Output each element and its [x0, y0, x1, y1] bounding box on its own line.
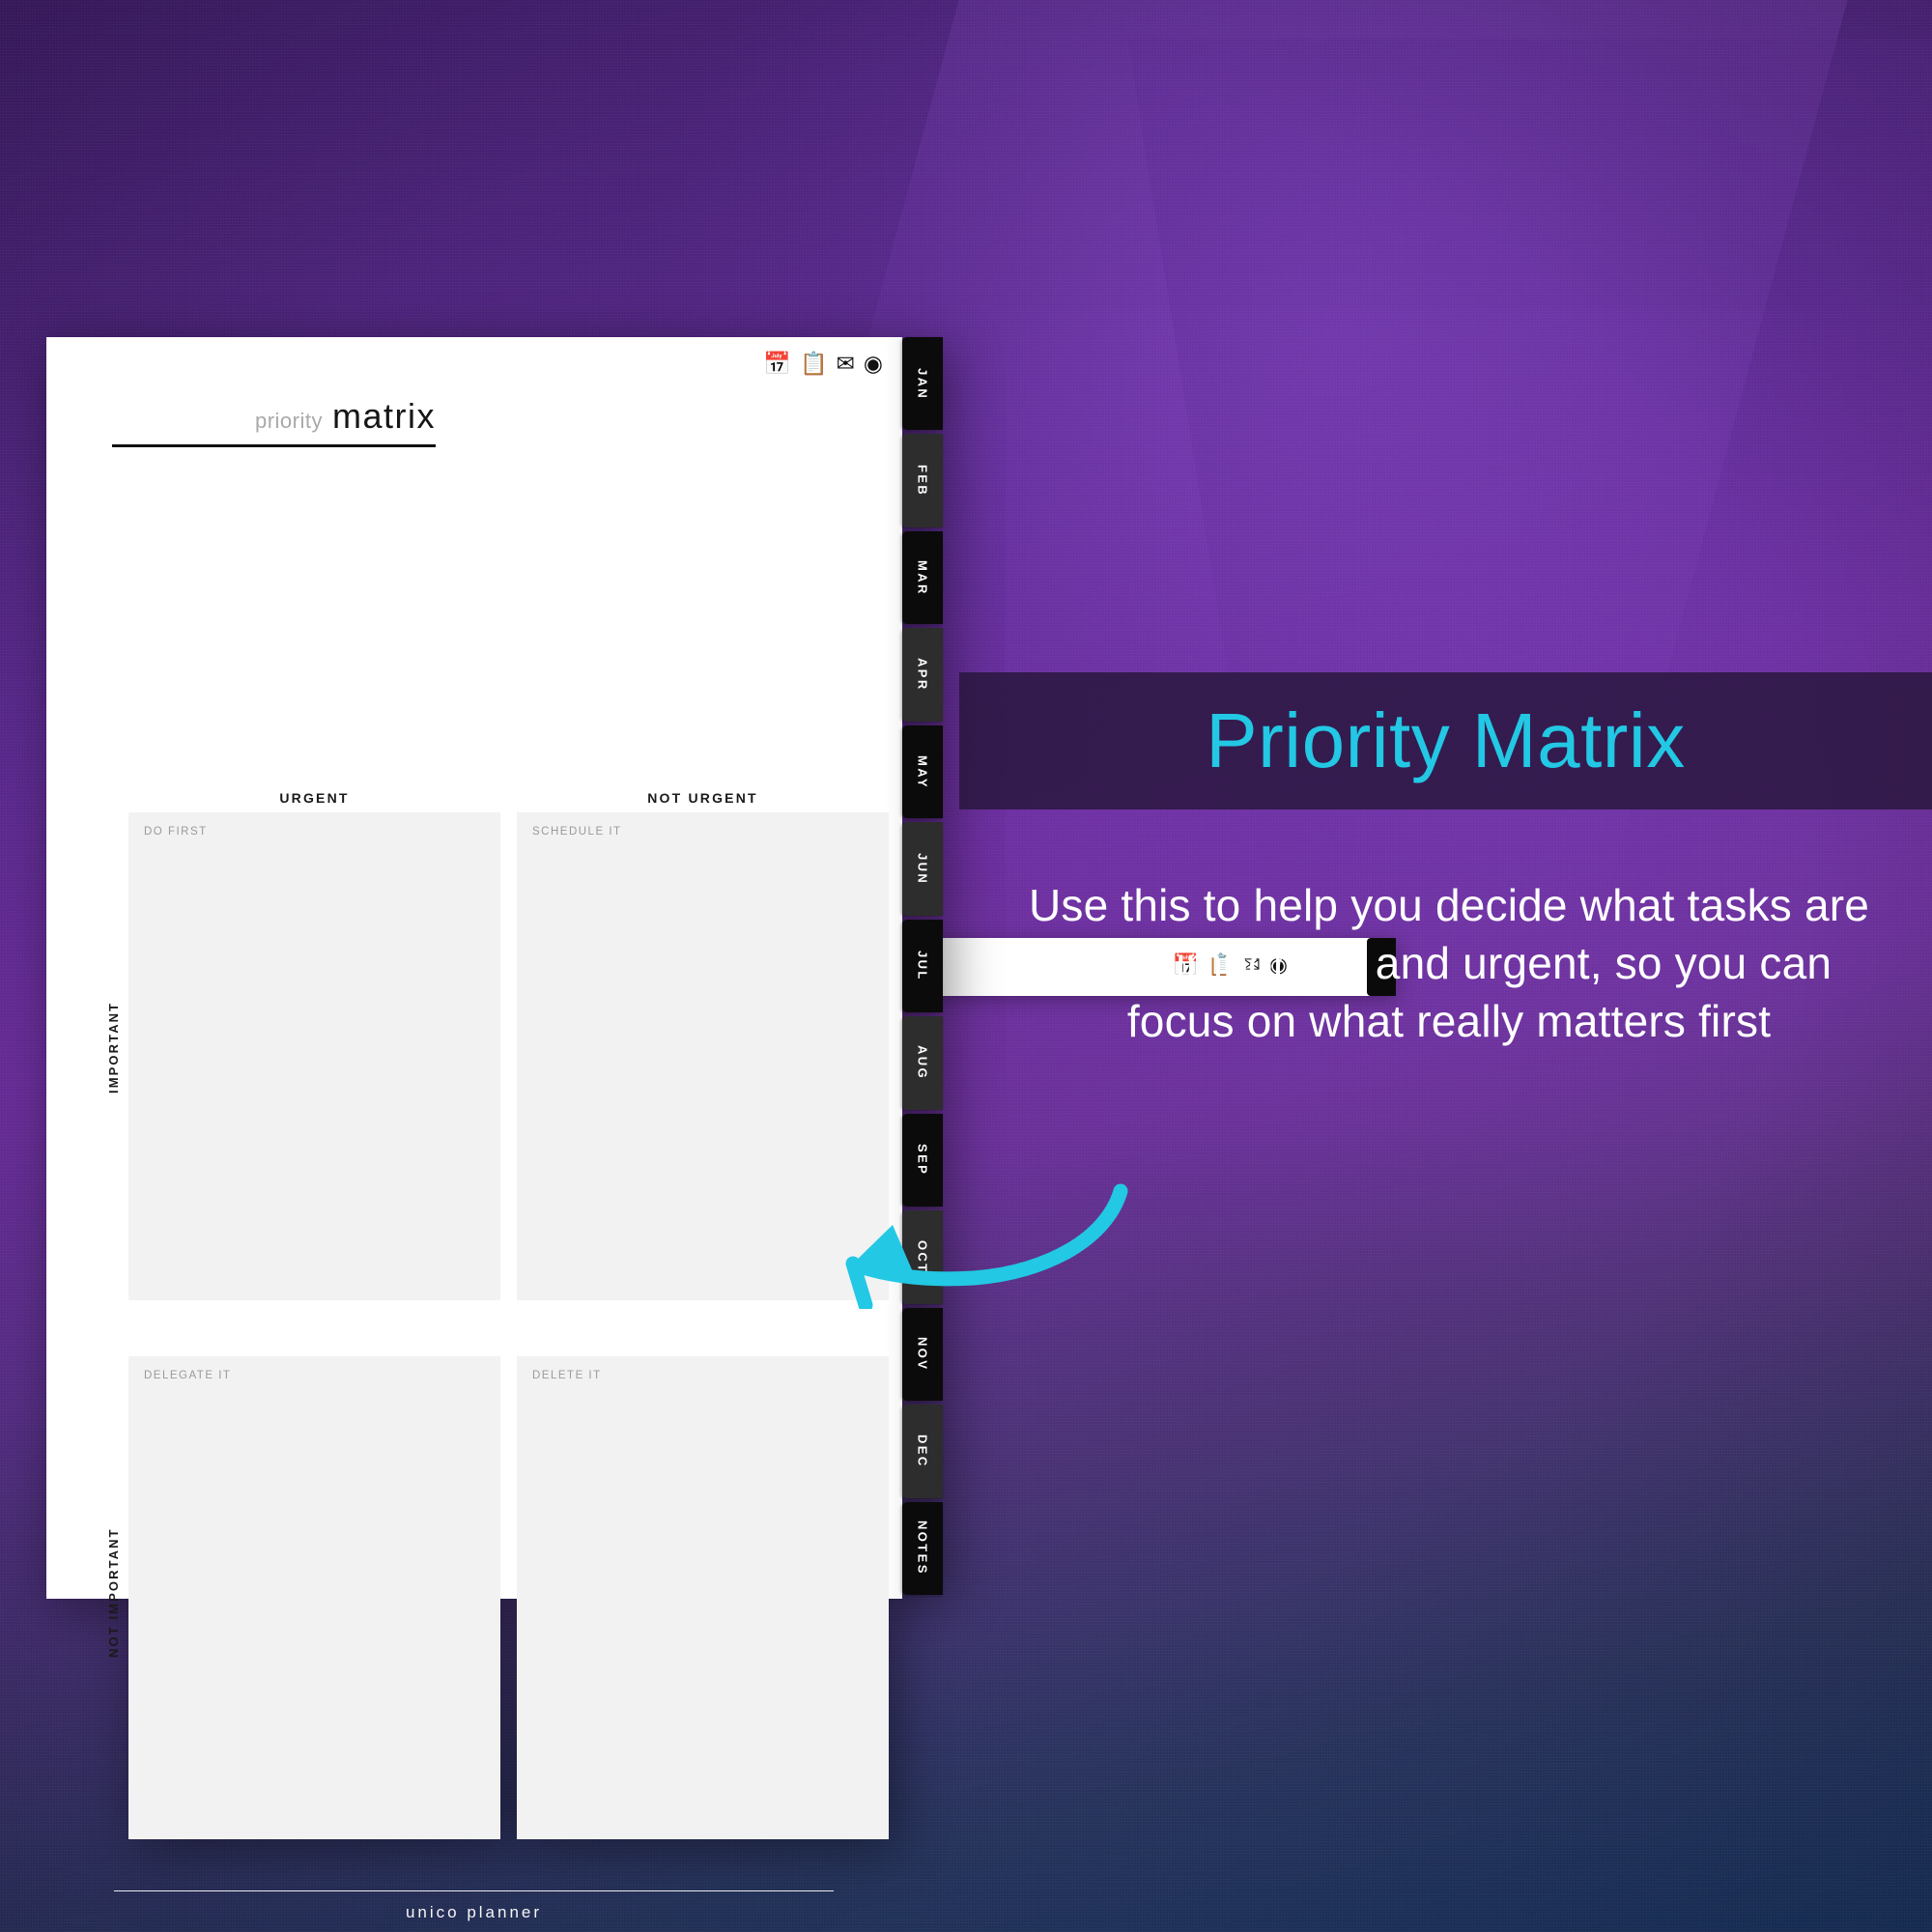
brand-wordmark: unico planner: [405, 1903, 543, 1921]
quadrant-do-first[interactable]: DO FIRST: [128, 812, 500, 1300]
title-underline: [112, 444, 436, 447]
month-tab-dec[interactable]: DEC: [902, 1405, 943, 1498]
page-title: priority matrix: [112, 396, 436, 437]
month-tab-oct[interactable]: OCT: [902, 1210, 943, 1304]
footer-divider: [114, 1890, 834, 1891]
month-tab-label: NOTES: [915, 1520, 930, 1577]
month-tab-aug[interactable]: AUG: [902, 1016, 943, 1110]
quadrant-label: DELEGATE IT: [144, 1370, 232, 1381]
envelope-icon[interactable]: ✉: [837, 353, 855, 375]
month-tab-label: FEB: [915, 465, 930, 497]
page-title-block: priority matrix: [112, 396, 436, 447]
calendar-icon[interactable]: 📅: [763, 353, 791, 375]
planner-icon-row: 📅 📋 ✉ ◉: [763, 353, 883, 375]
quadrant-label: SCHEDULE IT: [532, 826, 622, 838]
month-tab-sep[interactable]: SEP: [902, 1113, 943, 1208]
list-icon[interactable]: 📋: [800, 353, 828, 375]
month-tab-label: AUG: [915, 1045, 930, 1081]
spiral-icon[interactable]: ◉: [864, 353, 883, 375]
month-tab-label: APR: [915, 658, 930, 692]
month-tab-label: OCT: [915, 1240, 930, 1274]
page-title-prefix: priority: [254, 409, 323, 433]
month-tab-label: JUN: [915, 852, 930, 886]
month-tab-jan[interactable]: JAN: [902, 337, 943, 431]
page-title-main: matrix: [332, 396, 436, 436]
month-tab-mar[interactable]: MAR: [902, 530, 943, 625]
column-header-urgent: URGENT: [279, 790, 350, 806]
month-tab-label: DEC: [915, 1434, 930, 1468]
month-tab-nov[interactable]: NOV: [902, 1307, 943, 1402]
month-tab-jun[interactable]: JUN: [902, 822, 943, 916]
planner-page-primary[interactable]: 📅 📋 ✉ ◉ priority matrix URGENT NOT URGENT…: [46, 337, 945, 1921]
month-tab-label: MAY: [915, 754, 930, 789]
month-tab-jul[interactable]: JUL: [902, 919, 943, 1013]
month-tab-may[interactable]: MAY: [902, 724, 943, 819]
month-tab-label: SEP: [915, 1144, 930, 1177]
page-footer: unico planner: [114, 1890, 834, 1922]
row-header-important: IMPORTANT: [106, 1001, 121, 1094]
month-tab-label: NOV: [915, 1337, 930, 1372]
quadrant-delegate-it[interactable]: DELEGATE IT: [128, 1356, 500, 1839]
promo-headline: Priority Matrix: [1206, 697, 1686, 783]
month-tab-notes[interactable]: NOTES: [902, 1501, 943, 1595]
month-tab-label: MAR: [915, 559, 930, 596]
quadrant-delete-it[interactable]: DELETE IT: [517, 1356, 889, 1839]
month-tab-label: JAN: [915, 367, 930, 400]
row-header-not-important: NOT IMPORTANT: [106, 1527, 121, 1659]
quadrant-label: DO FIRST: [144, 826, 208, 838]
month-tab-apr[interactable]: APR: [902, 628, 943, 722]
promo-description: Use this to help you decide what tasks a…: [1028, 880, 1870, 1046]
column-header-not-urgent: NOT URGENT: [647, 790, 758, 806]
quadrant-schedule-it[interactable]: SCHEDULE IT: [517, 812, 889, 1300]
month-tab-rail: JAN FEB MAR APR MAY JUN JUL AUG SEP OCT NOV DEC NOTE…: [902, 337, 945, 1599]
quadrant-label: DELETE IT: [532, 1370, 602, 1381]
month-tab-feb[interactable]: FEB: [902, 434, 943, 527]
month-tab-label: JUL: [915, 951, 930, 981]
